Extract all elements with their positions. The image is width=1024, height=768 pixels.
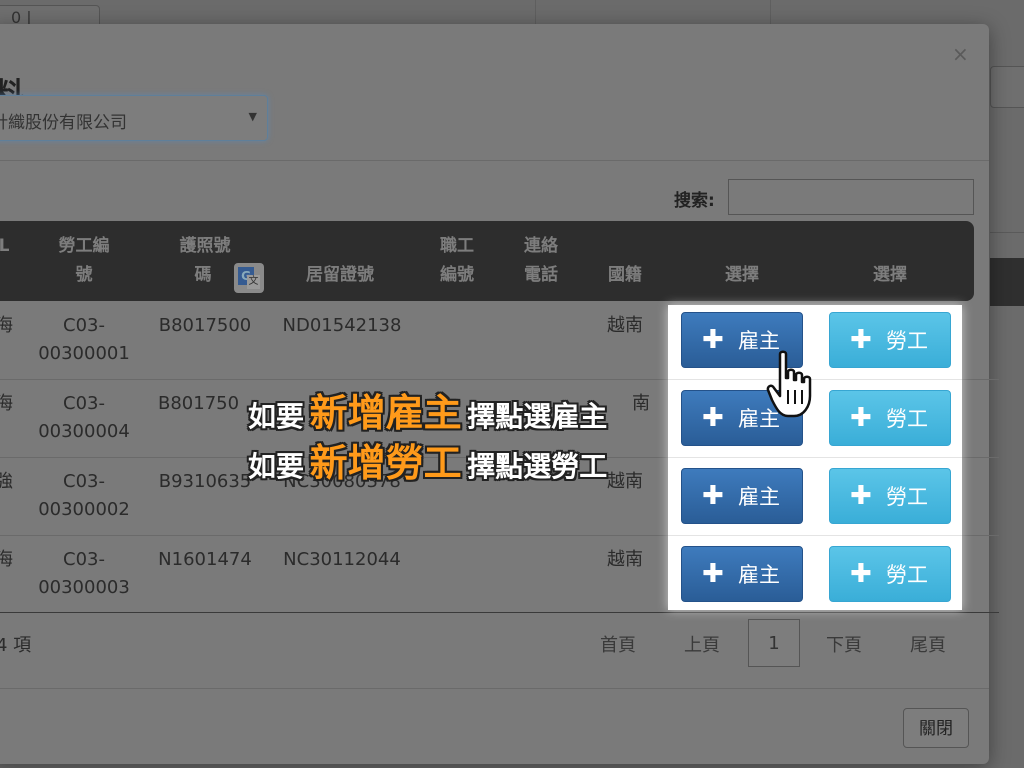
cell-nationality: 越南 bbox=[607, 471, 643, 492]
cell-residence: NC30112044 bbox=[283, 549, 401, 570]
cell-name: 海 bbox=[0, 549, 13, 570]
hand-pointer-icon bbox=[766, 350, 812, 418]
row-divider bbox=[668, 535, 962, 536]
header-name[interactable]: L bbox=[0, 232, 14, 261]
header-passport[interactable]: 護照號 碼 bbox=[165, 232, 245, 290]
google-translate-icon[interactable]: G 文 bbox=[234, 263, 264, 293]
cell-passport: B9310635 bbox=[158, 471, 252, 492]
cell-worker-no-line2: 00300003 bbox=[38, 577, 130, 598]
cell-nationality: 越南 bbox=[607, 549, 643, 570]
add-employer-button[interactable]: ✚ 雇主 bbox=[681, 468, 803, 524]
instruction-suffix: 擇點選勞工 bbox=[467, 450, 608, 483]
header-worker-no[interactable]: 勞工編 號 bbox=[44, 232, 124, 290]
plus-icon: ✚ bbox=[702, 403, 724, 433]
instruction-add-worker: 如要 新增勞工 擇點選勞工 bbox=[248, 432, 607, 487]
header-worker-no-line1: 勞工編 bbox=[58, 236, 110, 256]
instruction-suffix: 擇點選雇主 bbox=[467, 400, 608, 433]
header-worker-no-line2: 號 bbox=[75, 265, 93, 285]
add-worker-button[interactable]: ✚ 勞工 bbox=[829, 390, 951, 446]
header-select-employer: 選擇 bbox=[725, 265, 759, 285]
header-phone-line1: 連絡 bbox=[524, 236, 558, 256]
header-job-no[interactable]: 職工 編號 bbox=[428, 232, 486, 290]
add-employer-label: 雇主 bbox=[738, 485, 780, 509]
cell-passport: N1601474 bbox=[158, 549, 252, 570]
cell-name: 強 bbox=[0, 471, 13, 492]
add-worker-button[interactable]: ✚ 勞工 bbox=[829, 546, 951, 602]
instruction-emphasis: 新增雇主 bbox=[309, 391, 462, 435]
translate-t-glyph: 文 bbox=[247, 275, 260, 289]
divider bbox=[0, 160, 989, 161]
header-phone[interactable]: 連絡 電話 bbox=[512, 232, 570, 290]
pagination-prev[interactable]: 上頁 bbox=[684, 631, 720, 657]
header-nationality[interactable]: 國籍 bbox=[596, 261, 654, 290]
row-divider bbox=[668, 457, 962, 458]
cell-worker-no-line1: C03- bbox=[63, 549, 105, 570]
cell-residence: ND01542138 bbox=[282, 315, 402, 336]
pagination-first[interactable]: 首頁 bbox=[600, 631, 636, 657]
add-worker-label: 勞工 bbox=[886, 485, 928, 509]
background-divider bbox=[535, 0, 536, 24]
cell-worker-no-line2: 00300004 bbox=[38, 421, 130, 442]
plus-icon: ✚ bbox=[702, 481, 724, 511]
instruction-prefix: 如要 bbox=[248, 400, 305, 433]
plus-icon: ✚ bbox=[850, 403, 872, 433]
cell-passport: B8017500 bbox=[158, 315, 252, 336]
cell-worker-no: C03- 00300004 bbox=[34, 390, 134, 446]
company-select[interactable]: 針織股份有限公司 ▼ bbox=[0, 95, 268, 141]
background-table-header bbox=[990, 258, 1024, 306]
cell-worker-no-line1: C03- bbox=[63, 393, 105, 414]
close-icon[interactable]: × bbox=[952, 42, 969, 66]
add-employer-label: 雇主 bbox=[738, 563, 780, 587]
header-passport-line1: 護照號 bbox=[179, 236, 231, 256]
cell-worker-no: C03- 00300003 bbox=[34, 546, 134, 602]
header-residence-no[interactable]: 居留證號 bbox=[290, 261, 390, 290]
instruction-prefix: 如要 bbox=[248, 450, 305, 483]
instruction-add-employer: 如要 新增雇主 擇點選雇主 bbox=[248, 382, 607, 437]
header-select-worker: 選擇 bbox=[873, 265, 907, 285]
search-label: 搜索: bbox=[674, 191, 715, 211]
background-divider bbox=[990, 232, 1024, 233]
add-worker-button[interactable]: ✚ 勞工 bbox=[829, 468, 951, 524]
cell-name: 海 bbox=[0, 315, 13, 336]
background-divider bbox=[770, 0, 771, 24]
header-passport-line2: 碼 bbox=[194, 265, 212, 285]
add-worker-label: 勞工 bbox=[886, 407, 928, 431]
divider bbox=[0, 688, 989, 689]
search-input[interactable] bbox=[728, 179, 974, 215]
cell-worker-no-line1: C03- bbox=[63, 315, 105, 336]
cell-worker-no: C03- 00300002 bbox=[34, 468, 134, 524]
close-button[interactable]: 關閉 bbox=[903, 708, 969, 748]
plus-icon: ✚ bbox=[850, 481, 872, 511]
cell-nationality: 越南 bbox=[607, 315, 643, 336]
plus-icon: ✚ bbox=[850, 559, 872, 589]
header-job-no-line2: 編號 bbox=[440, 265, 474, 285]
add-worker-label: 勞工 bbox=[886, 563, 928, 587]
pagination-next[interactable]: 下頁 bbox=[826, 631, 862, 657]
plus-icon: ✚ bbox=[702, 325, 724, 355]
cell-worker-no-line2: 00300001 bbox=[38, 343, 130, 364]
add-worker-button[interactable]: ✚ 勞工 bbox=[829, 312, 951, 368]
table-bottom-border bbox=[0, 612, 999, 613]
instruction-emphasis: 新增勞工 bbox=[309, 441, 462, 485]
plus-icon: ✚ bbox=[850, 325, 872, 355]
add-worker-label: 勞工 bbox=[886, 329, 928, 353]
table-header bbox=[0, 221, 974, 301]
pagination-last[interactable]: 尾頁 bbox=[910, 631, 946, 657]
plus-icon: ✚ bbox=[702, 559, 724, 589]
background-input[interactable] bbox=[990, 66, 1024, 108]
add-employer-button[interactable]: ✚ 雇主 bbox=[681, 546, 803, 602]
record-count: 4 項 bbox=[0, 635, 32, 656]
pagination-current[interactable]: 1 bbox=[748, 619, 800, 667]
cell-worker-no-line1: C03- bbox=[63, 471, 105, 492]
header-job-no-line1: 職工 bbox=[440, 236, 474, 256]
cell-nationality: 南 bbox=[632, 393, 650, 414]
header-phone-line2: 電話 bbox=[524, 265, 558, 285]
cell-worker-no-line2: 00300002 bbox=[38, 499, 130, 520]
company-select-value: 針織股份有限公司 bbox=[0, 113, 127, 133]
cell-worker-no: C03- 00300001 bbox=[34, 312, 134, 368]
cell-name: 海 bbox=[0, 393, 13, 414]
chevron-down-icon: ▼ bbox=[248, 110, 257, 123]
